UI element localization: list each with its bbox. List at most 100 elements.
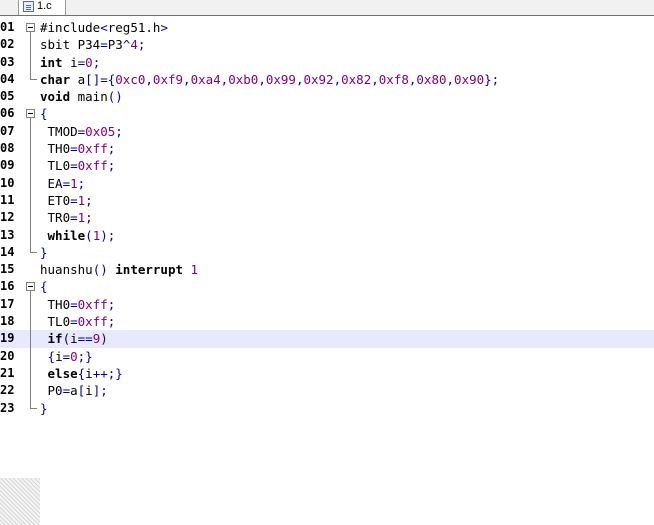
code-token: ( (85, 227, 93, 243)
code-token: a (70, 383, 78, 399)
code-line[interactable]: 15 huanshu() interrupt 1 (0, 261, 654, 278)
fold-end-marker (30, 70, 37, 80)
fold-minus-icon[interactable] (26, 109, 35, 119)
code-token: 0xb0 (228, 71, 259, 87)
code-text: { (40, 278, 48, 295)
code-token: char (40, 71, 71, 87)
code-line[interactable]: 09 TL0=0xff; (0, 157, 654, 175)
code-line[interactable]: 18 TL0=0xff; (0, 313, 654, 331)
line-number: 14 (0, 244, 15, 259)
code-token: , (183, 71, 191, 87)
code-line[interactable]: 11 ET0=1; (0, 191, 654, 210)
editor-tab-bar: 1.c (0, 0, 654, 16)
code-line[interactable]: 23} (0, 399, 654, 417)
code-token: = (70, 296, 78, 312)
code-token: 0x80 (416, 71, 447, 87)
code-line[interactable]: 01 #include<reg51.h> (0, 19, 654, 37)
fold-guide (30, 191, 31, 210)
code-token: () (92, 262, 108, 278)
code-line[interactable]: 06 { (0, 105, 654, 123)
fold-guide (30, 226, 31, 244)
code-token: huanshu (40, 262, 93, 278)
code-line[interactable]: 03 int i=0; (0, 53, 654, 71)
line-number: 18 (0, 314, 15, 329)
fold-end-marker (30, 243, 37, 253)
line-number: 05 (0, 89, 15, 104)
code-token: 0xff (77, 296, 108, 312)
code-token: 0xa4 (190, 71, 221, 87)
code-token: ) (100, 331, 108, 347)
code-token: ; (92, 54, 101, 70)
code-token: ; (115, 123, 123, 139)
code-token: 0xff (77, 314, 108, 330)
code-token: if (40, 331, 63, 347)
code-token: ( (62, 331, 71, 347)
code-token: ]; (92, 383, 108, 399)
code-token: 4 (130, 37, 138, 53)
code-token: , (371, 71, 379, 87)
code-token: = (62, 175, 71, 191)
code-token: i (85, 365, 93, 381)
code-token: = (100, 37, 108, 53)
fold-minus-icon[interactable] (26, 282, 35, 292)
code-token: []={ (85, 71, 116, 87)
line-number: 12 (0, 210, 15, 225)
code-text: char a[]={0xc0,0xf9,0xa4,0xb0,0x99,0x92,… (40, 71, 499, 88)
code-text: TL0=0xff; (40, 157, 116, 174)
code-text: ET0=1; (40, 192, 93, 209)
code-token: 0xf9 (152, 71, 184, 87)
line-number: 08 (0, 141, 15, 156)
code-line[interactable]: 14} (0, 243, 654, 261)
line-number: 23 (0, 400, 15, 415)
code-text: while(1); (40, 227, 116, 244)
code-line[interactable]: 21 else{i++;} (0, 364, 654, 383)
code-line[interactable]: 17 TH0=0xff; (0, 295, 654, 314)
code-token: sbit P34 (40, 37, 101, 53)
fold-end-marker (30, 399, 37, 409)
code-line[interactable]: 08 TH0=0xff; (0, 140, 654, 158)
code-token: else (40, 365, 78, 381)
code-line[interactable]: 16 { (0, 278, 654, 296)
code-token: ; (107, 314, 116, 330)
code-token: 0xc0 (115, 71, 146, 87)
code-token: ; (137, 37, 146, 53)
code-token: 0 (85, 54, 93, 70)
fold-guide (30, 209, 31, 227)
code-line[interactable]: 07 TMOD=0x05; (0, 122, 654, 141)
code-token: TMOD (40, 123, 78, 139)
code-line[interactable]: 22 P0=a[i]; (0, 382, 654, 400)
code-line[interactable]: 12 TR0=1; (0, 209, 654, 227)
code-text: { (40, 105, 48, 122)
code-line[interactable]: 05 void main() (0, 88, 654, 105)
line-number: 01 (0, 20, 15, 34)
code-token: TL0 (40, 158, 71, 174)
code-editor[interactable]: 01 #include<reg51.h> 02 sbit P34=P3^4; 03 int… (0, 19, 654, 417)
line-number: 13 (0, 227, 15, 242)
code-text: TH0=0xff; (40, 140, 116, 157)
line-number: 07 (0, 123, 15, 138)
code-line[interactable]: 13 while(1); (0, 226, 654, 244)
fold-minus-icon[interactable] (26, 23, 35, 32)
file-tab[interactable]: 1.c (18, 0, 66, 15)
code-line[interactable]: 04 char a[]={0xc0,0xf9,0xa4,0xb0,0x99,0x9… (0, 70, 654, 88)
fold-guide (30, 36, 31, 54)
code-line[interactable]: 20 {i=0;} (0, 347, 654, 365)
code-token: , (145, 71, 153, 87)
code-token: reg51.h (107, 20, 161, 35)
code-token: > (160, 20, 168, 35)
code-token: TR0 (40, 210, 71, 226)
code-text: TL0=0xff; (40, 313, 116, 330)
fold-guide (30, 382, 31, 400)
code-token: < (100, 20, 108, 35)
line-number: 21 (0, 365, 15, 380)
code-line[interactable]: 19 if(i==9) (0, 330, 654, 348)
code-text: int i=0; (40, 54, 100, 71)
code-token: int (40, 54, 63, 70)
code-token: a (70, 71, 86, 87)
code-line[interactable]: 02 sbit P34=P3^4; (0, 36, 654, 54)
code-token: ; (77, 175, 86, 191)
code-text: huanshu() interrupt 1 (40, 261, 198, 278)
code-line[interactable]: 10 EA=1; (0, 174, 654, 192)
code-token: () (107, 89, 123, 105)
